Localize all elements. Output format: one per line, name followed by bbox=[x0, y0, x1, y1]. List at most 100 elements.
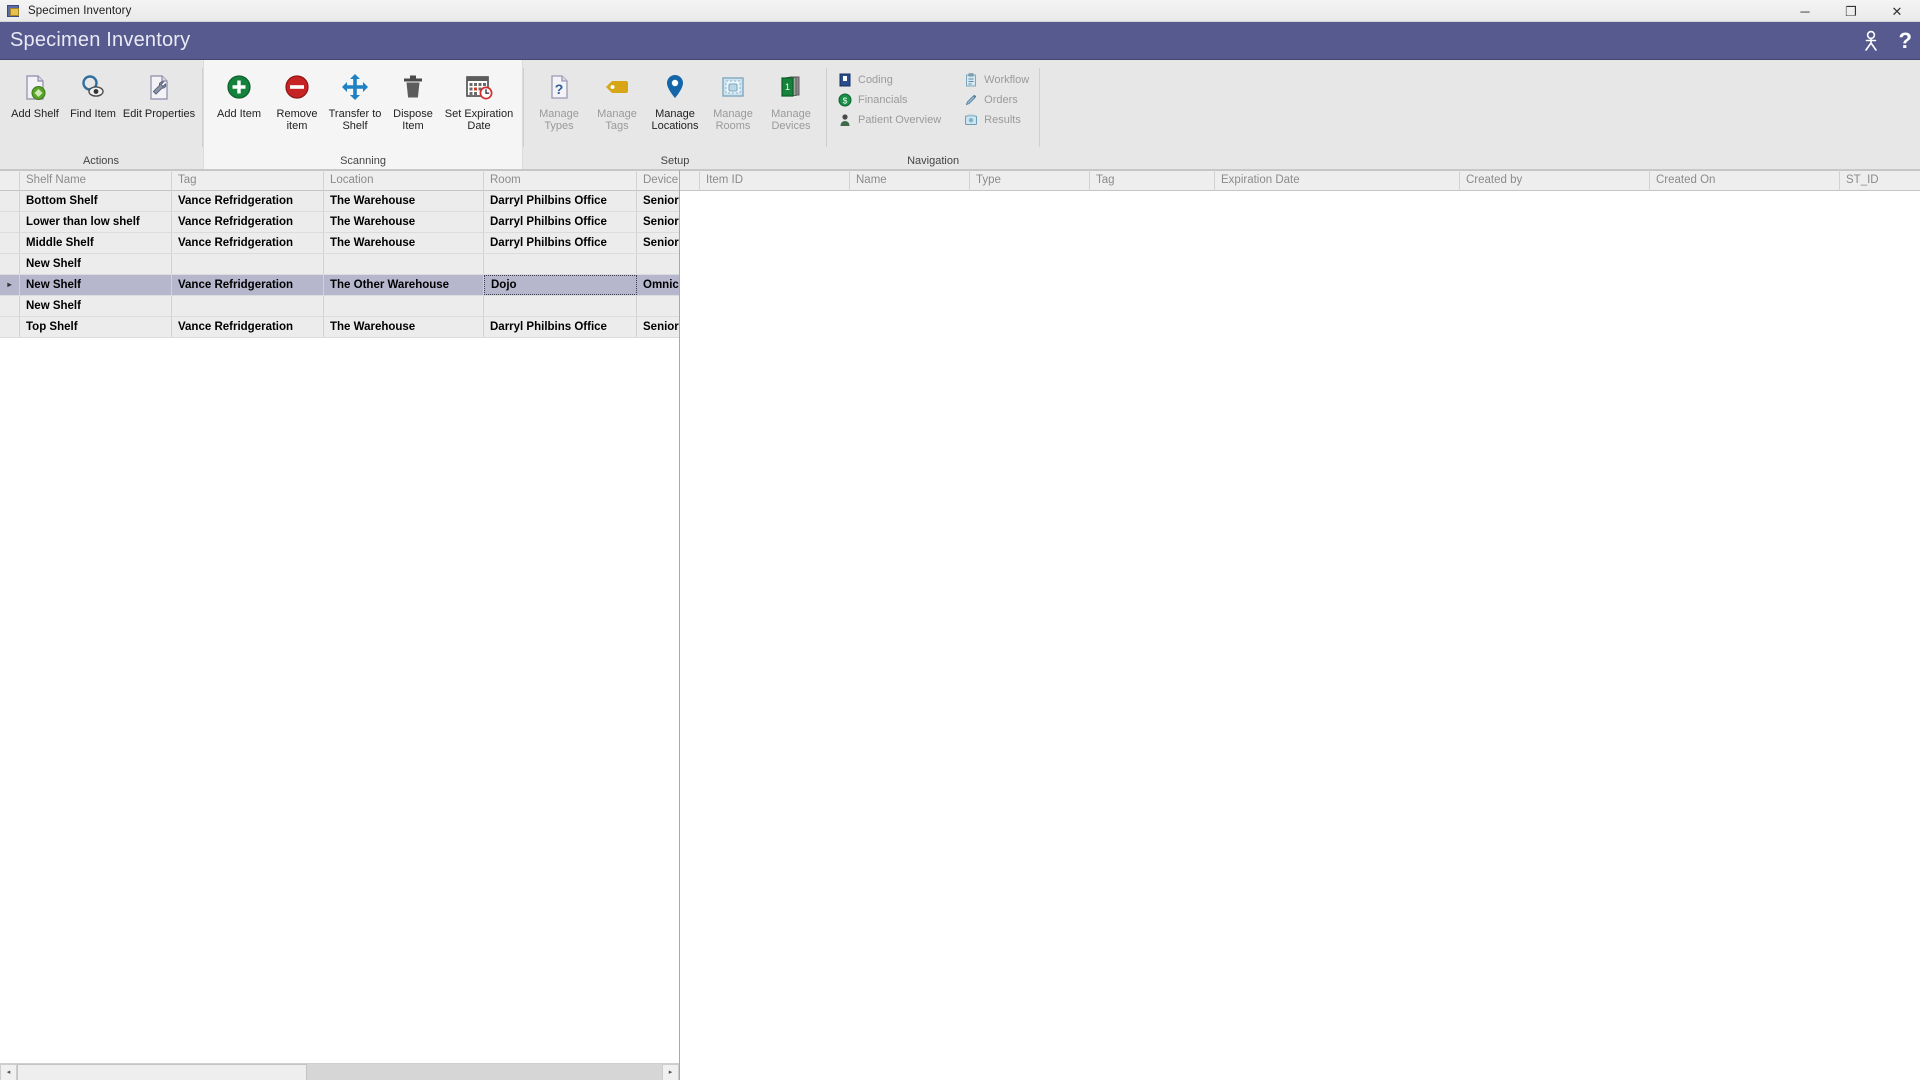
cell-location[interactable]: The Other Warehouse bbox=[324, 275, 484, 295]
close-button[interactable]: ✕ bbox=[1874, 0, 1920, 22]
item-grid-body[interactable] bbox=[680, 191, 1920, 1080]
table-row[interactable]: Top Shelf Vance Refridgeration The Warehou… bbox=[0, 317, 697, 338]
minimize-button[interactable]: ─ bbox=[1782, 0, 1828, 22]
manage-devices-button[interactable]: 1 Manage Devices bbox=[762, 64, 820, 132]
ribbon-group-scanning-label: Scanning bbox=[340, 155, 386, 167]
window-title-bar: Specimen Inventory ─ ❐ ✕ bbox=[0, 0, 1920, 22]
manage-locations-button[interactable]: Manage Locations bbox=[646, 64, 704, 132]
row-indicator[interactable] bbox=[0, 254, 20, 274]
table-row[interactable]: Lower than low shelf Vance Refridgeration… bbox=[0, 212, 697, 233]
add-item-button[interactable]: Add Item bbox=[210, 64, 268, 120]
cell-room[interactable]: Darryl Philbins Office bbox=[484, 233, 637, 253]
nav-item-financials[interactable]: $ Financials bbox=[837, 90, 941, 110]
shelf-column-header-tag[interactable]: Tag bbox=[172, 170, 324, 191]
cell-room[interactable]: Darryl Philbins Office bbox=[484, 191, 637, 211]
table-row[interactable]: New Shelf bbox=[0, 296, 697, 317]
cell-shelf_name[interactable]: Lower than low shelf bbox=[20, 212, 172, 232]
scroll-thumb[interactable] bbox=[17, 1063, 307, 1080]
edit-properties-button[interactable]: Edit Properties bbox=[122, 64, 196, 120]
shelf-grid-body[interactable]: Bottom Shelf Vance Refridgeration The Ware… bbox=[0, 191, 697, 1063]
table-row[interactable]: Bottom Shelf Vance Refridgeration The Ware… bbox=[0, 191, 697, 212]
ribbon-group-setup: ? Manage Types Manage Tags Manage Locati… bbox=[524, 60, 826, 169]
cell-tag[interactable]: Vance Refridgeration bbox=[172, 317, 324, 337]
nav-item-workflow-label: Workflow bbox=[984, 74, 1030, 86]
manage-tags-button[interactable]: Manage Tags bbox=[588, 64, 646, 132]
cell-shelf_name[interactable]: Top Shelf bbox=[20, 317, 172, 337]
find-item-button[interactable]: Find Item bbox=[64, 64, 122, 120]
item-grid-header: Item ID Name Type Tag Expiration Date Created… bbox=[680, 170, 1920, 191]
cell-shelf_name[interactable]: New Shelf bbox=[20, 275, 172, 295]
nav-item-orders[interactable]: Orders bbox=[963, 90, 1029, 110]
row-indicator[interactable] bbox=[0, 233, 20, 253]
shelf-column-header-location[interactable]: Location bbox=[324, 170, 484, 191]
shelf-column-header-shelf_name[interactable]: Shelf Name bbox=[20, 170, 172, 191]
cell-room[interactable] bbox=[484, 254, 637, 274]
cell-location[interactable]: The Warehouse bbox=[324, 317, 484, 337]
dispose-item-button[interactable]: Dispose Item bbox=[384, 64, 442, 132]
scroll-track[interactable] bbox=[17, 1063, 662, 1080]
cell-room[interactable] bbox=[484, 296, 637, 316]
item-column-header-type[interactable]: Type bbox=[970, 170, 1090, 191]
row-indicator[interactable] bbox=[0, 191, 20, 211]
transfer-to-shelf-button[interactable]: Transfer to Shelf bbox=[326, 64, 384, 132]
cell-shelf_name[interactable]: New Shelf bbox=[20, 296, 172, 316]
add-shelf-button[interactable]: Add Shelf bbox=[6, 64, 64, 120]
cell-location[interactable] bbox=[324, 254, 484, 274]
page-title: Specimen Inventory bbox=[10, 29, 191, 51]
maximize-button[interactable]: ❐ bbox=[1828, 0, 1874, 22]
manage-types-button[interactable]: ? Manage Types bbox=[530, 64, 588, 132]
cell-location[interactable]: The Warehouse bbox=[324, 233, 484, 253]
manage-rooms-button[interactable]: Manage Rooms bbox=[704, 64, 762, 132]
nav-item-financials-label: Financials bbox=[858, 94, 908, 106]
cell-location[interactable]: The Warehouse bbox=[324, 212, 484, 232]
scroll-left-arrow[interactable]: ◂ bbox=[0, 1063, 17, 1080]
cell-room[interactable]: Darryl Philbins Office bbox=[484, 212, 637, 232]
cell-tag[interactable]: Vance Refridgeration bbox=[172, 212, 324, 232]
cell-tag[interactable]: Vance Refridgeration bbox=[172, 275, 324, 295]
cell-location[interactable]: The Warehouse bbox=[324, 191, 484, 211]
nav-item-coding[interactable]: Coding bbox=[837, 70, 941, 90]
shelf-grid-header: Shelf Name Tag Location Room Device bbox=[0, 170, 697, 191]
item-column-header-expiration_date[interactable]: Expiration Date bbox=[1215, 170, 1460, 191]
orders-icon bbox=[963, 93, 978, 108]
cell-tag[interactable] bbox=[172, 296, 324, 316]
scroll-right-arrow[interactable]: ▸ bbox=[662, 1063, 679, 1080]
table-row[interactable]: New Shelf bbox=[0, 254, 697, 275]
table-row[interactable]: ▸ New Shelf Vance Refridgeration The Other … bbox=[0, 275, 697, 296]
cell-tag[interactable] bbox=[172, 254, 324, 274]
cell-shelf_name[interactable]: New Shelf bbox=[20, 254, 172, 274]
cell-room[interactable]: Darryl Philbins Office bbox=[484, 317, 637, 337]
help-glyph: ? bbox=[1898, 28, 1912, 53]
row-indicator[interactable] bbox=[0, 296, 20, 316]
shelf-column-header-room[interactable]: Room bbox=[484, 170, 637, 191]
item-column-header-tag[interactable]: Tag bbox=[1090, 170, 1215, 191]
remove-item-button[interactable]: Remove item bbox=[268, 64, 326, 132]
cell-shelf_name[interactable]: Bottom Shelf bbox=[20, 191, 172, 211]
ribbon-group-navigation-label: Navigation bbox=[907, 155, 960, 167]
nav-item-workflow[interactable]: Workflow bbox=[963, 70, 1029, 90]
cell-shelf_name[interactable]: Middle Shelf bbox=[20, 233, 172, 253]
dispose-item-icon bbox=[398, 70, 428, 104]
row-indicator[interactable] bbox=[0, 317, 20, 337]
row-indicator[interactable] bbox=[0, 212, 20, 232]
find-item-icon bbox=[78, 70, 108, 104]
set-expiration-date-button[interactable]: Set Expiration Date bbox=[442, 64, 516, 132]
item-column-header-name[interactable]: Name bbox=[850, 170, 970, 191]
cell-location[interactable] bbox=[324, 296, 484, 316]
item-column-header-created_by[interactable]: Created by bbox=[1460, 170, 1650, 191]
nav-item-results-label: Results bbox=[984, 114, 1021, 126]
shelf-grid-hscrollbar[interactable]: ◂ ▸ bbox=[0, 1063, 679, 1080]
user-icon[interactable] bbox=[1861, 30, 1881, 52]
item-column-header-st_id[interactable]: ST_ID bbox=[1840, 170, 1920, 191]
nav-item-patient-overview[interactable]: Patient Overview bbox=[837, 110, 941, 130]
nav-item-results[interactable]: Results bbox=[963, 110, 1029, 130]
cell-tag[interactable]: Vance Refridgeration bbox=[172, 233, 324, 253]
row-indicator[interactable]: ▸ bbox=[0, 275, 20, 295]
cell-tag[interactable]: Vance Refridgeration bbox=[172, 191, 324, 211]
shelf-grid-pane: Shelf Name Tag Location Room Device Bottom S… bbox=[0, 170, 697, 1080]
help-icon[interactable]: ? bbox=[1899, 30, 1912, 52]
item-column-header-created_on[interactable]: Created On bbox=[1650, 170, 1840, 191]
cell-room[interactable]: Dojo bbox=[484, 275, 637, 295]
item-column-header-item_id[interactable]: Item ID bbox=[700, 170, 850, 191]
table-row[interactable]: Middle Shelf Vance Refridgeration The Ware… bbox=[0, 233, 697, 254]
